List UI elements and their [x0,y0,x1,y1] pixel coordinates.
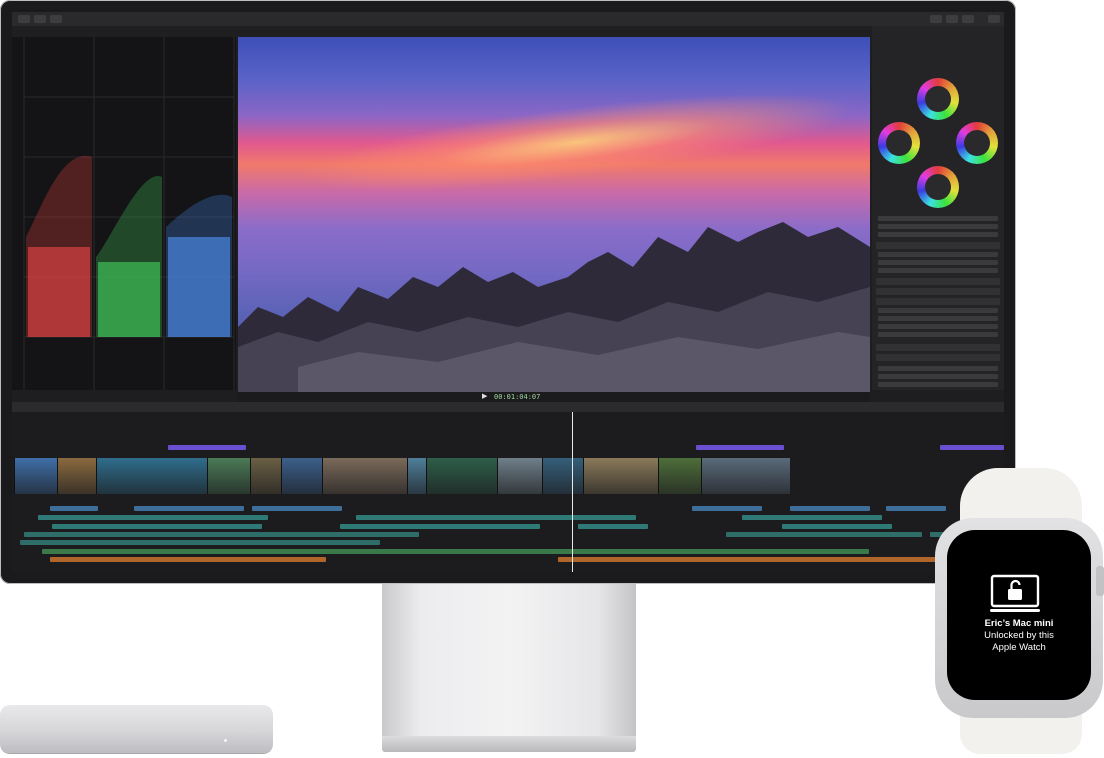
playhead[interactable] [572,412,573,572]
import-button[interactable] [18,15,30,23]
storyline-clip[interactable] [207,458,250,494]
studio-display: ▶ 00:01:04:07 [0,0,1016,584]
title-clip[interactable] [168,445,246,450]
audio-effect-lane[interactable] [340,524,540,529]
music-lane[interactable] [42,549,520,554]
scope-graph [23,37,235,390]
audio-effect-lane[interactable] [578,524,648,529]
display-stand [382,584,636,738]
mac-mini [0,705,273,753]
connected-clip[interactable] [50,506,98,511]
highlights-saturation-row[interactable] [878,316,998,321]
layout-button-1[interactable] [930,15,942,23]
share-button[interactable] [988,15,1000,23]
color-wheel-master[interactable] [917,78,959,120]
layout-button-3[interactable] [962,15,974,23]
viewer-controls: ▶ 00:01:04:07 [238,392,870,402]
highlights-color-row[interactable] [878,308,998,313]
master-section[interactable] [876,242,1000,249]
display-stand-base [382,736,636,752]
mix-slider[interactable] [878,332,998,337]
storyline-clip[interactable] [583,458,658,494]
audio-effect-lane[interactable] [38,515,268,520]
storyline-clip[interactable] [14,458,57,494]
master-saturation-row[interactable] [878,260,998,265]
audio-effect-lane[interactable] [52,524,262,529]
play-icon[interactable]: ▶ [482,392,487,402]
midtones-section[interactable] [876,288,1000,295]
temperature-slider[interactable] [878,216,998,221]
color-wheel-midtones[interactable] [917,166,959,208]
storyline-clip[interactable] [426,458,497,494]
storyline-clip[interactable] [281,458,322,494]
unlocked-laptop-icon [990,574,1040,612]
keyword-button[interactable] [34,15,46,23]
video-viewer[interactable] [238,37,870,392]
audio-effect-lane[interactable] [782,524,892,529]
storyline-clip[interactable] [701,458,790,494]
title-clip[interactable] [940,445,1004,450]
color-mask-row[interactable] [876,354,1000,361]
app-toolbar [12,12,1004,26]
storyline-clip[interactable] [658,458,701,494]
ambience-lane[interactable] [50,557,326,562]
watch-notification-body: Apple Watch [992,642,1046,653]
hue-slider[interactable] [878,232,998,237]
highlights-brightness-row[interactable] [878,324,998,329]
power-indicator-light [224,739,227,742]
storyline-clip[interactable] [497,458,542,494]
color-wheel-shadows[interactable] [878,122,920,164]
hsl-row-3[interactable] [878,382,998,387]
rgb-parade-scope [12,37,236,390]
mask-section[interactable] [876,344,1000,351]
connected-clip[interactable] [134,506,244,511]
master-brightness-row[interactable] [878,268,998,273]
storyline-clip[interactable] [96,458,207,494]
connected-clip[interactable] [790,506,870,511]
title-clip[interactable] [696,445,784,450]
green-channel-trace [96,176,162,337]
audio-effect-lane[interactable] [24,532,419,537]
tint-slider[interactable] [878,224,998,229]
viewer-header [238,26,870,37]
highlights-section[interactable] [876,298,1000,305]
audio-effect-lane[interactable] [20,540,380,545]
connected-clip[interactable] [886,506,946,511]
storyline-clip[interactable] [407,458,426,494]
ambience-lane[interactable] [558,557,958,562]
layout-button-2[interactable] [946,15,958,23]
hsl-row-1[interactable] [878,366,998,371]
timeline[interactable] [12,412,1004,572]
blue-channel-trace [166,194,232,337]
timecode-display: 00:01:04:07 [494,393,541,401]
watch-notification-body: Unlocked by this [984,630,1054,641]
scopes-header [12,26,236,37]
display-screen: ▶ 00:01:04:07 [12,12,1004,572]
background-tasks-button[interactable] [50,15,62,23]
rock-formation [238,222,870,392]
red-channel-trace [26,155,92,337]
audio-effect-lane[interactable] [356,515,636,520]
storyline-clip[interactable] [57,458,96,494]
storyline-clip[interactable] [322,458,407,494]
connected-clip[interactable] [692,506,762,511]
audio-effect-lane[interactable] [726,532,922,537]
shadows-section[interactable] [876,278,1000,285]
hsl-row-2[interactable] [878,374,998,379]
audio-effect-lane[interactable] [742,515,882,520]
storyline-clip[interactable] [542,458,583,494]
timeline-header [12,402,1004,412]
music-lane[interactable] [514,549,869,554]
digital-crown[interactable] [1096,566,1104,596]
color-wheel-highlights[interactable] [956,122,998,164]
color-inspector [872,26,1004,390]
master-color-row[interactable] [878,252,998,257]
watch-notification-title: Eric’s Mac mini [984,618,1054,629]
storyline-clip[interactable] [250,458,281,494]
connected-clip[interactable] [252,506,342,511]
